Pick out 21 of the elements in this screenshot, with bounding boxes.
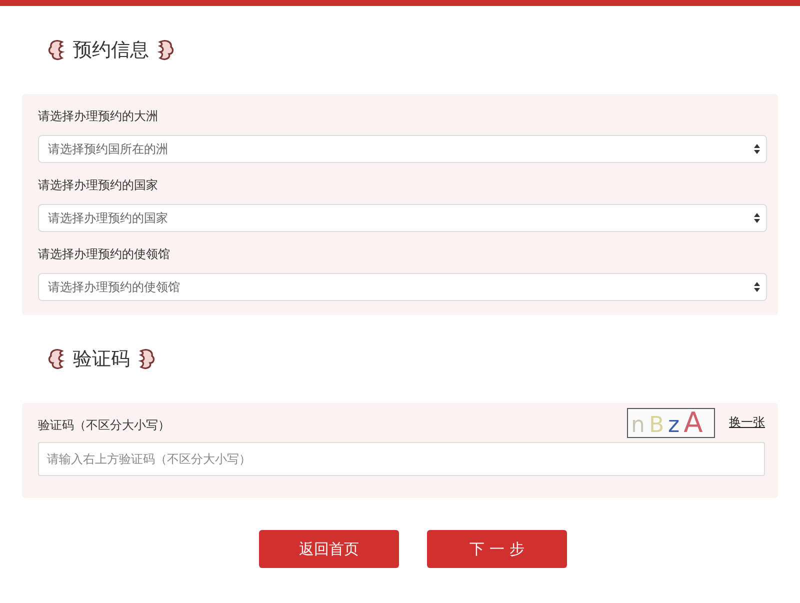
field-label: 请选择办理预约的大洲 [38, 108, 159, 125]
swirl-icon [155, 39, 175, 61]
input-field[interactable]: 请输入右上方验证码（不区分大小写） [38, 442, 765, 476]
swirl-icon [47, 348, 67, 370]
refresh-link[interactable]: 换一张 [729, 414, 765, 431]
section-title: 预约信息 [73, 38, 149, 63]
field-label: 请选择办理预约的使领馆 [38, 246, 171, 263]
field-label: 请选择办理预约的国家 [38, 177, 159, 194]
field-label: 验证码（不区分大小写） [38, 417, 170, 434]
section-title: 验证码 [73, 347, 130, 372]
select-field[interactable]: 请选择办理预约的使领馆 [38, 273, 767, 301]
nav-button[interactable]: 返回首页 [259, 530, 399, 568]
select-field[interactable]: 请选择预约国所在的洲 [38, 135, 767, 163]
nav-button[interactable]: 下 一 步 [427, 530, 567, 568]
updown-icon [754, 282, 760, 292]
updown-icon [754, 144, 760, 154]
swirl-icon [136, 348, 156, 370]
swirl-icon [47, 39, 67, 61]
captcha-image[interactable]: n B z A [627, 408, 715, 438]
updown-icon [754, 213, 760, 223]
select-field[interactable]: 请选择办理预约的国家 [38, 204, 767, 232]
